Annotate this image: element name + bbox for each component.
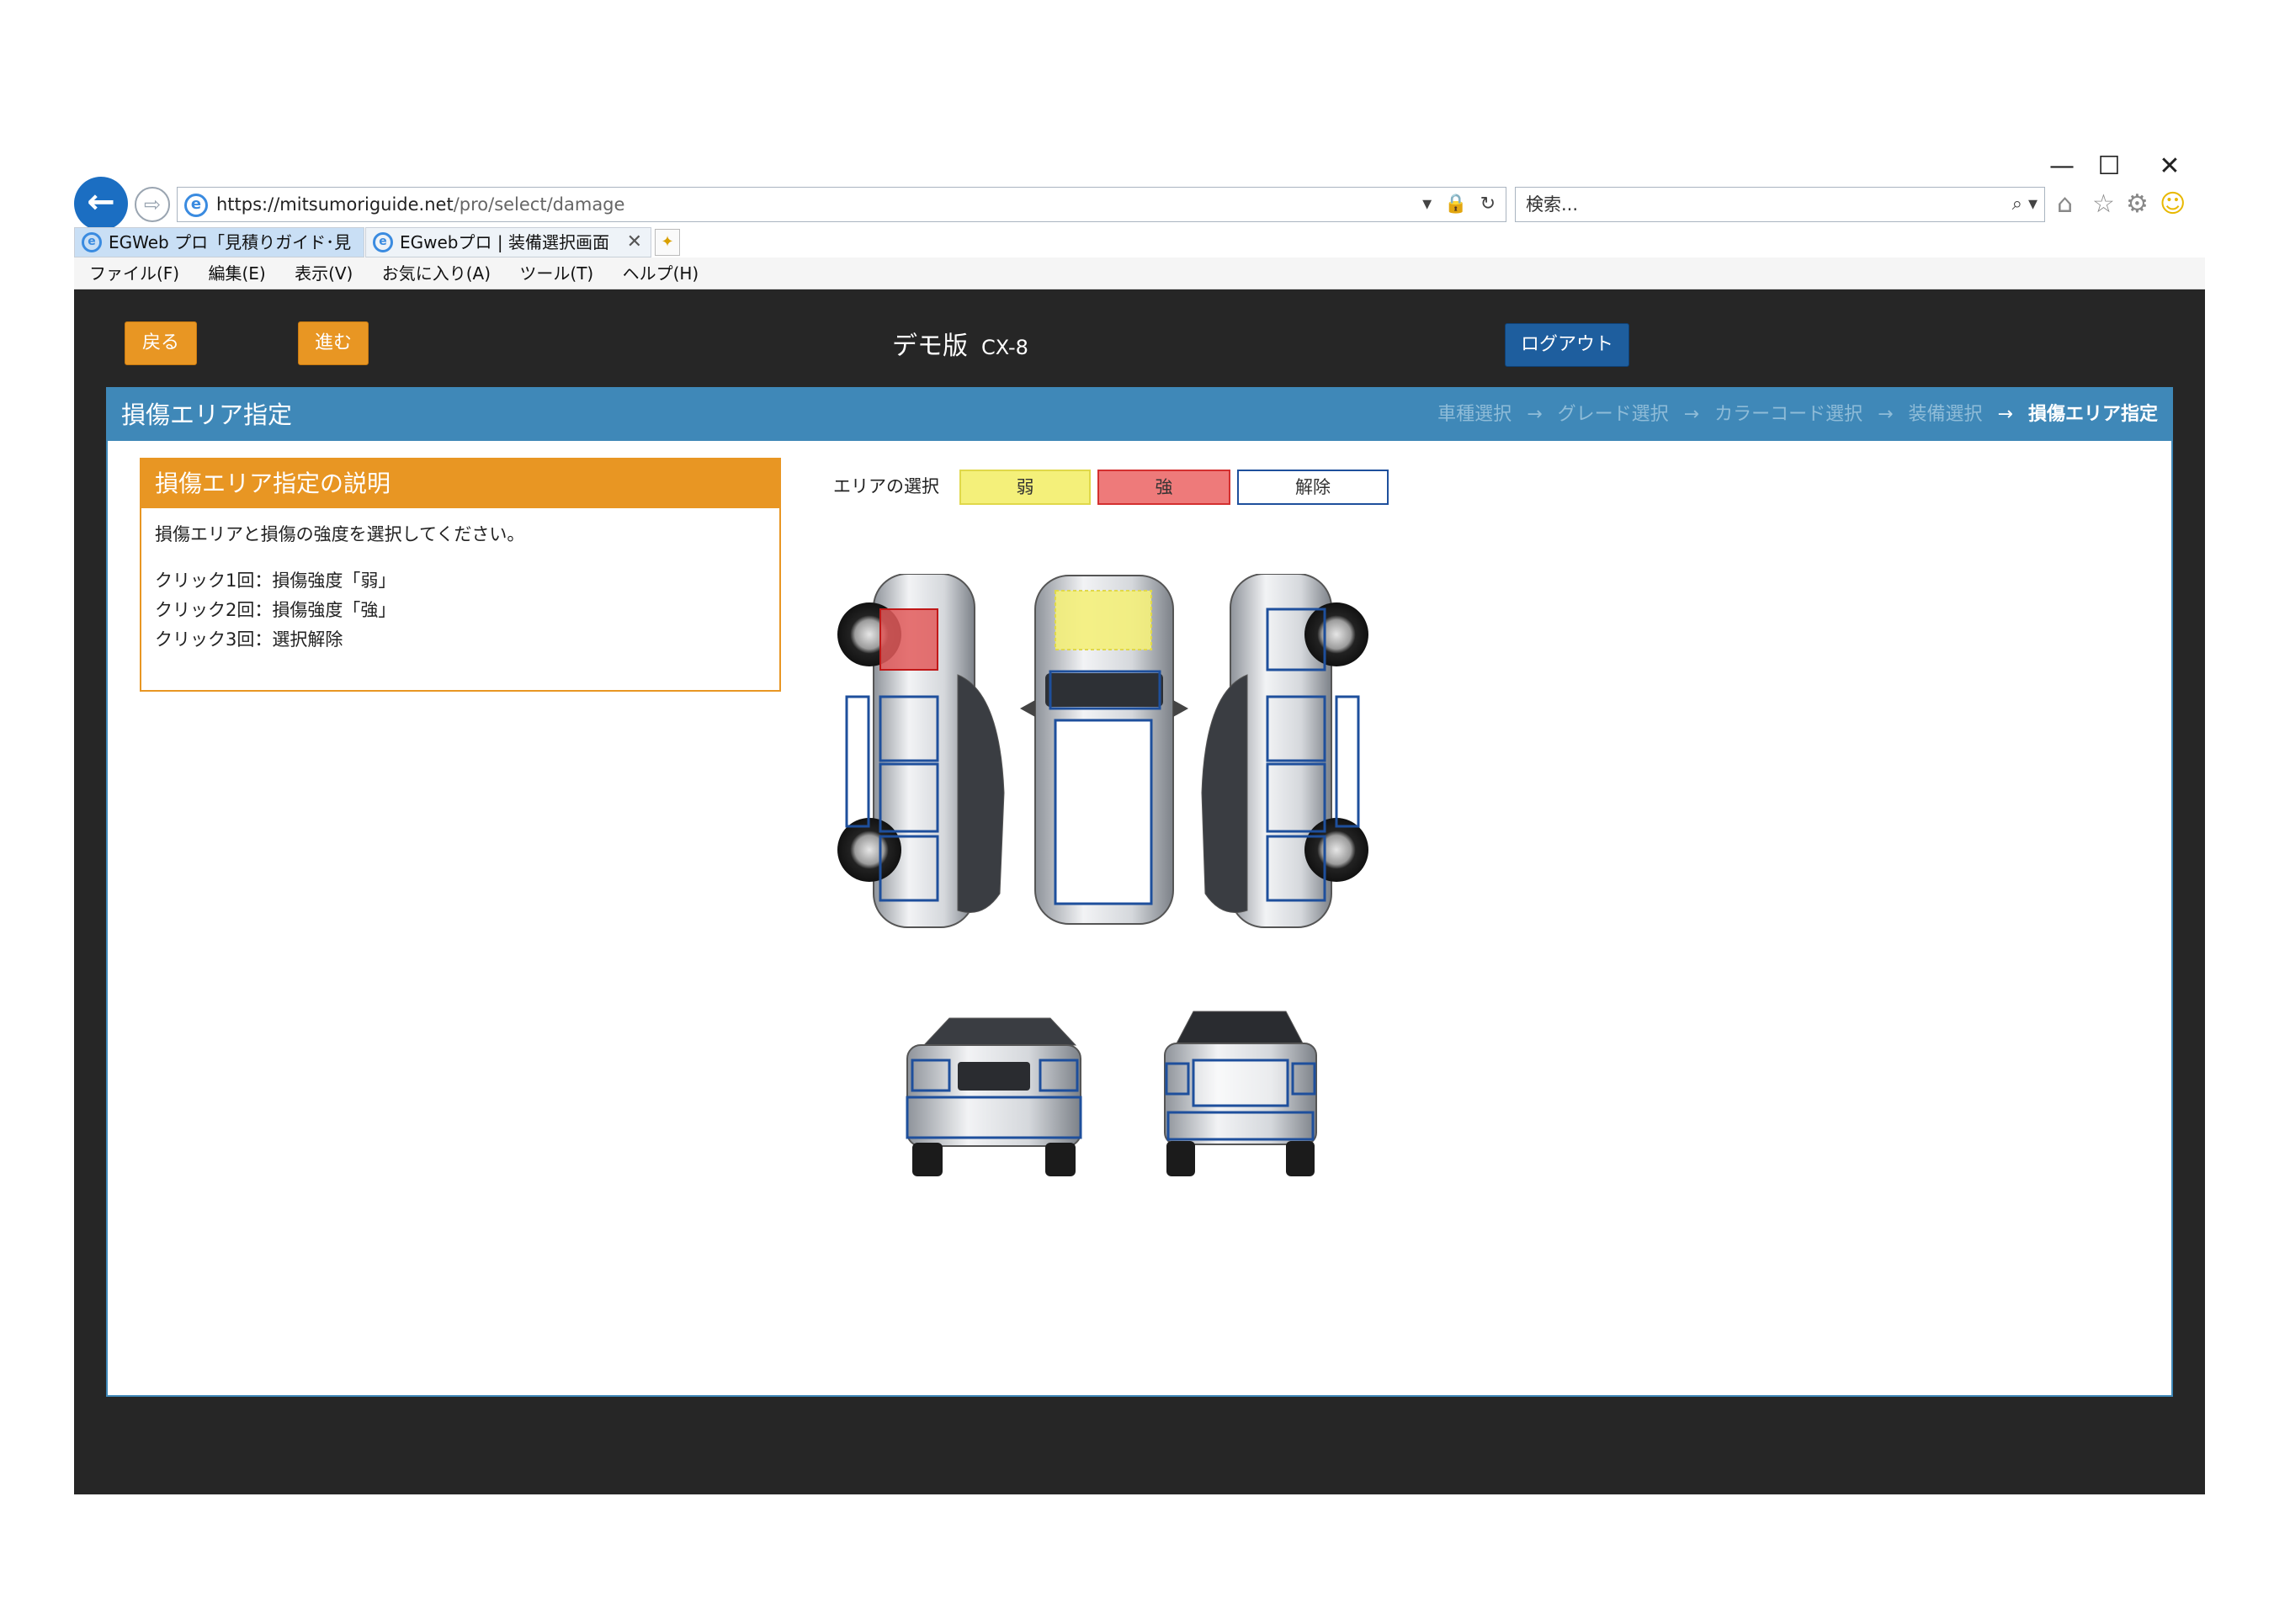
- tab-label: EGwebプロ | 装備選択画面: [400, 232, 609, 252]
- address-bar[interactable]: e https://mitsumoriguide.net/pro/select/…: [177, 187, 1506, 222]
- url-host: https://mitsumoriguide.net: [216, 194, 454, 215]
- menu-view[interactable]: 表示(V): [295, 263, 353, 284]
- help-box: 損傷エリア指定の説明 損傷エリアと損傷の強度を選択してください。 クリック1回：…: [140, 458, 781, 692]
- crumb-arrow: →: [1683, 404, 1700, 425]
- panel-header: 損傷エリア指定 車種選択 → グレード選択 → カラーコード選択 → 装備選択 → 損傷エリア指…: [108, 389, 2171, 441]
- area-left-door-edge[interactable]: [845, 695, 870, 828]
- maximize-button[interactable]: ☐: [2084, 151, 2134, 182]
- search-placeholder: 検索...: [1526, 194, 1579, 215]
- tab-estimate-guide[interactable]: e EGWeb プロ「見積りガイド･見積り...: [74, 227, 364, 281]
- ie-icon: e: [373, 232, 393, 252]
- model-name: CX-8: [981, 336, 1028, 359]
- home-icon[interactable]: ⌂: [2057, 187, 2073, 222]
- gear-icon[interactable]: ⚙: [2126, 187, 2149, 222]
- tab-equipment-select[interactable]: e EGwebプロ | 装備選択画面 ✕: [365, 227, 651, 257]
- weak-button[interactable]: 弱: [959, 470, 1091, 505]
- back-button[interactable]: 戻る: [125, 321, 197, 365]
- arrow-right-icon: ⇨: [143, 193, 162, 216]
- area-roof[interactable]: [1054, 719, 1153, 905]
- help-title: 損傷エリア指定の説明: [141, 459, 779, 508]
- help-step: クリック1回：損傷強度「弱」: [155, 571, 396, 591]
- panel-title: 損傷エリア指定: [121, 401, 293, 429]
- help-step: クリック3回：選択解除: [155, 629, 343, 650]
- area-right-door-edge[interactable]: [1335, 695, 1360, 828]
- ie-icon: e: [82, 232, 102, 252]
- damage-panel: 損傷エリア指定 車種選択 → グレード選択 → カラーコード選択 → 装備選択 → 損傷エリア指…: [106, 387, 2173, 1397]
- crumb-arrow: →: [1997, 404, 2013, 425]
- crumb-damage: 損傷エリア指定: [2027, 404, 2158, 425]
- crumb-equipment[interactable]: 装備選択: [1909, 404, 1983, 425]
- menu-tools[interactable]: ツール(T): [519, 263, 593, 284]
- url-path: /pro/select/damage: [453, 194, 625, 215]
- crumb-color[interactable]: カラーコード選択: [1714, 404, 1862, 425]
- close-tab-icon[interactable]: ✕: [627, 228, 642, 257]
- menu-file[interactable]: ファイル(F): [89, 263, 179, 284]
- menu-favorites[interactable]: お気に入り(A): [382, 263, 491, 284]
- area-hood[interactable]: [1055, 590, 1152, 650]
- arrow-left-icon: ←: [87, 183, 115, 221]
- crumb-arrow: →: [1527, 404, 1543, 425]
- ie-icon: e: [184, 194, 208, 217]
- address-tools[interactable]: ▾ 🔒 ↻: [1422, 188, 1499, 221]
- breadcrumb: 車種選択 → グレード選択 → カラーコード選択 → 装備選択 → 損傷エリア指定: [1437, 401, 2158, 429]
- help-step: クリック2回：損傷強度「強」: [155, 600, 396, 620]
- help-intro: 損傷エリアと損傷の強度を選択してください。: [155, 524, 525, 544]
- help-body: 損傷エリアと損傷の強度を選択してください。 クリック1回：損傷強度「弱」 クリッ…: [141, 508, 779, 666]
- minimize-button[interactable]: —: [2037, 151, 2087, 182]
- crumb-arrow: →: [1878, 404, 1894, 425]
- menu-bar: ファイル(F) 編集(E) 表示(V) お気に入り(A) ツール(T) ヘルプ(…: [74, 257, 2205, 289]
- page-title: デモ版 CX-8: [892, 330, 1028, 364]
- smiley-icon[interactable]: ☺: [2160, 187, 2186, 222]
- area-select-label: エリアの選択: [833, 476, 939, 496]
- new-tab-button[interactable]: ✦: [655, 229, 680, 256]
- menu-help[interactable]: ヘルプ(H): [623, 263, 699, 284]
- clear-button[interactable]: 解除: [1237, 470, 1389, 505]
- menu-edit[interactable]: 編集(E): [208, 263, 265, 284]
- next-button[interactable]: 進む: [298, 321, 369, 365]
- area-back-door[interactable]: [1192, 1059, 1289, 1107]
- search-input[interactable]: 検索... ⌕ ▾: [1515, 187, 2045, 222]
- car-diagram: [837, 574, 1368, 1176]
- car-right-side: [1201, 574, 1368, 928]
- browser-back-button[interactable]: ←: [74, 177, 128, 231]
- strong-button[interactable]: 強: [1097, 470, 1230, 505]
- search-icon[interactable]: ⌕ ▾: [2012, 188, 2038, 221]
- browser-forward-button[interactable]: ⇨: [135, 187, 170, 222]
- tab-bar: e EGWeb プロ「見積りガイド･見積り... e EGwebプロ | 装備選…: [74, 227, 2205, 281]
- close-window-button[interactable]: ✕: [2144, 151, 2195, 182]
- logout-button[interactable]: ログアウト: [1505, 323, 1629, 367]
- crumb-vehicle[interactable]: 車種選択: [1437, 404, 1512, 425]
- demo-label: デモ版: [892, 332, 968, 361]
- star-icon[interactable]: ☆: [2092, 187, 2115, 222]
- area-left-front-fender[interactable]: [879, 608, 938, 671]
- crumb-grade[interactable]: グレード選択: [1558, 404, 1669, 425]
